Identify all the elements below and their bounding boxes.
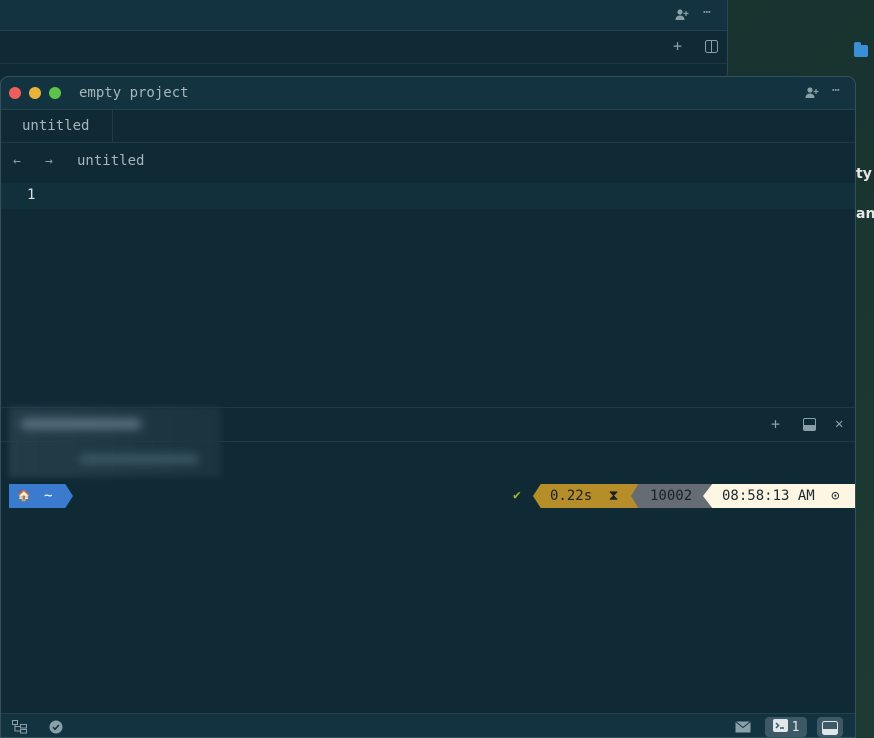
panel-icon (822, 720, 838, 737)
zoom-window-button[interactable] (49, 87, 61, 99)
hourglass-icon: ⧗ (608, 488, 619, 504)
prompt-home-segment: 🏠 ~ (9, 484, 73, 508)
panel-toggle-button[interactable] (817, 717, 843, 737)
prompt-exit-segment: 10002 (631, 484, 713, 508)
terminal-icon (772, 718, 788, 736)
mail-icon[interactable] (735, 721, 751, 736)
editor-active-line[interactable]: 1 (1, 183, 855, 209)
status-bar: 1 (1, 713, 855, 737)
plus-icon[interactable]: + (673, 39, 682, 54)
prompt-path: ~ (44, 488, 53, 504)
tab-untitled[interactable]: untitled (1, 110, 113, 142)
clock-icon: ⊙ (831, 488, 840, 504)
clock-time: 08:58:13 AM (722, 488, 815, 504)
ellipsis-icon[interactable]: ⋯ (832, 84, 840, 97)
window-title: empty project (79, 85, 189, 101)
background-window-titlebar[interactable]: ⋯ (0, 0, 727, 31)
person-plus-icon[interactable] (805, 86, 819, 103)
editor-window[interactable]: empty project ⋯ untitled ← → untitled 1 … (0, 76, 856, 738)
desktop-label: an (856, 206, 874, 222)
blurred-terminal-tab[interactable] (9, 407, 221, 477)
person-plus-icon[interactable] (675, 8, 689, 25)
prompt-duration-segment: 0.22s ⧗ (533, 484, 643, 508)
terminal-prompt[interactable]: 🏠 ~ ✔ 0.22s ⧗ 10002 08:58:13 AM ⊙ (1, 484, 855, 508)
line-number: 1 (27, 187, 36, 203)
terminal-count: 1 (791, 719, 800, 735)
terminal-toggle-button[interactable]: 1 (765, 717, 807, 737)
plus-icon[interactable]: + (771, 417, 780, 432)
desktop-label: ty (856, 166, 872, 182)
check-circle-icon[interactable] (49, 720, 63, 737)
status-ok-icon: ✔ (513, 488, 521, 503)
maximize-icon[interactable] (803, 418, 816, 434)
arrow-left-icon[interactable]: ← (13, 155, 21, 168)
ellipsis-icon[interactable]: ⋯ (703, 6, 711, 19)
home-icon: 🏠 (17, 489, 31, 502)
minimize-window-button[interactable] (29, 87, 41, 99)
arrow-right-icon[interactable]: → (45, 155, 53, 168)
breadcrumb: ← → untitled (1, 143, 855, 181)
desktop-folder-icon[interactable] (854, 42, 868, 57)
window-titlebar[interactable]: empty project ⋯ (1, 77, 855, 110)
project-tree-icon[interactable] (12, 720, 27, 737)
background-window-toolbar: + (0, 31, 727, 64)
split-pane-icon[interactable] (705, 40, 718, 56)
command-duration: 0.22s (550, 488, 593, 504)
tab-bar: untitled (1, 110, 855, 143)
close-icon[interactable]: ✕ (835, 417, 843, 431)
close-window-button[interactable] (9, 87, 21, 99)
prompt-clock-segment: 08:58:13 AM ⊙ (703, 484, 855, 508)
breadcrumb-title[interactable]: untitled (77, 153, 144, 169)
background-window[interactable]: ⋯ + (0, 0, 728, 80)
exit-code: 10002 (650, 488, 693, 504)
